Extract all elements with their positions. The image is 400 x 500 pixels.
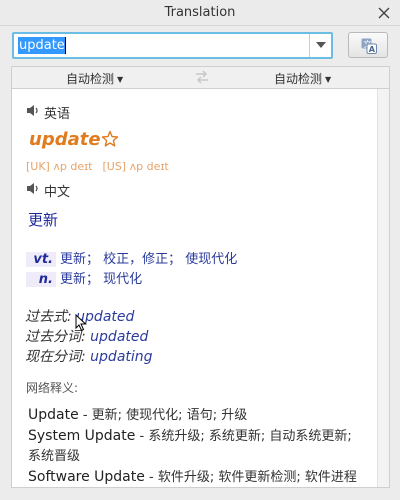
text-caret bbox=[65, 37, 66, 54]
phonetic-us[interactable]: [US] ʌp deɪt bbox=[102, 160, 168, 173]
chinese-label: 中文 bbox=[44, 185, 71, 200]
web-entry-term[interactable]: Software Update bbox=[28, 469, 145, 485]
window-title: Translation bbox=[164, 5, 236, 20]
search-query[interactable]: update bbox=[18, 37, 66, 54]
definition-row: n. 更新； 现代化 bbox=[26, 268, 142, 287]
web-entry-defs: 软件升级; 软件更新检测; 软件进程 bbox=[157, 470, 357, 485]
chevron-down-icon bbox=[316, 42, 326, 48]
headword: update bbox=[29, 129, 101, 150]
web-entry-defs: 更新; 使现代化; 语句; 升级 bbox=[91, 408, 248, 423]
english-label: 英语 bbox=[44, 107, 71, 122]
inflection-value[interactable]: updating bbox=[90, 349, 152, 365]
definition-meanings[interactable]: 更新； 现代化 bbox=[60, 272, 142, 287]
result-panel: 英语 update [UK] ʌp deɪt [US] ʌp deɪt 中文 更新… bbox=[11, 88, 390, 488]
target-language-label: 自动检测 bbox=[274, 72, 323, 86]
web-entry-separator: - bbox=[135, 429, 149, 444]
chinese-section-header: 中文 bbox=[26, 181, 70, 200]
star-icon[interactable] bbox=[101, 130, 119, 148]
definition-row: vt. 更新； 校正，修正； 使现代化 bbox=[26, 248, 237, 267]
web-definitions-list: Update - 更新; 使现代化; 语句; 升级 System Update … bbox=[28, 405, 368, 487]
scrollbar[interactable] bbox=[377, 89, 389, 487]
web-entry-separator: - bbox=[78, 408, 92, 423]
phonetics: [UK] ʌp deɪt [US] ʌp deɪt bbox=[26, 160, 169, 173]
translate-button[interactable]: 文 A bbox=[348, 32, 388, 58]
inflection-value[interactable]: updated bbox=[90, 329, 148, 345]
dropdown-arrow-icon: ▼ bbox=[325, 75, 332, 84]
swap-languages-icon[interactable] bbox=[194, 70, 210, 84]
web-entry-term[interactable]: System Update bbox=[28, 428, 135, 444]
web-entry-separator: - bbox=[144, 470, 158, 485]
svg-text:A: A bbox=[369, 45, 376, 54]
phonetic-uk[interactable]: [UK] ʌp deɪt bbox=[26, 160, 92, 173]
title-bar: Translation bbox=[0, 0, 400, 26]
web-entry: System Update - 系统升级; 系统更新; 自动系统更新; 系统晋级 bbox=[28, 426, 368, 467]
search-row: update 文 A bbox=[12, 32, 388, 60]
search-input[interactable]: update bbox=[12, 32, 333, 59]
history-dropdown-button[interactable] bbox=[309, 34, 331, 57]
inflection-label: 过去式: bbox=[25, 309, 77, 325]
definition-meanings[interactable]: 更新； 校正，修正； 使现代化 bbox=[60, 252, 237, 267]
web-entry-term[interactable]: Update bbox=[28, 407, 79, 423]
language-bar: 自动检测 ▼ 自动检测 ▼ bbox=[11, 66, 390, 88]
english-section-header: 英语 bbox=[26, 103, 70, 122]
mouse-cursor-icon bbox=[75, 314, 87, 332]
close-icon[interactable] bbox=[376, 5, 392, 21]
web-entry: Update - 更新; 使现代化; 语句; 升级 bbox=[28, 405, 368, 426]
target-language-select[interactable]: 自动检测 ▼ bbox=[274, 70, 331, 87]
source-language-select[interactable]: 自动检测 ▼ bbox=[66, 70, 123, 87]
part-of-speech: vt. bbox=[26, 252, 56, 267]
source-language-label: 自动检测 bbox=[66, 72, 115, 86]
inflection-label: 现在分词: bbox=[25, 349, 91, 365]
dropdown-arrow-icon: ▼ bbox=[117, 75, 124, 84]
web-definitions-heading: 网络释义: bbox=[26, 381, 79, 395]
web-entry: Software Update - 软件升级; 软件更新检测; 软件进程 bbox=[28, 467, 368, 487]
speaker-icon[interactable] bbox=[26, 182, 40, 195]
part-of-speech: n. bbox=[26, 272, 56, 287]
translation-word: 更新 bbox=[28, 211, 59, 229]
inflection-present-participle: 现在分词: updating bbox=[25, 346, 153, 366]
translate-icon: 文 A bbox=[361, 38, 377, 54]
speaker-icon[interactable] bbox=[26, 104, 40, 117]
